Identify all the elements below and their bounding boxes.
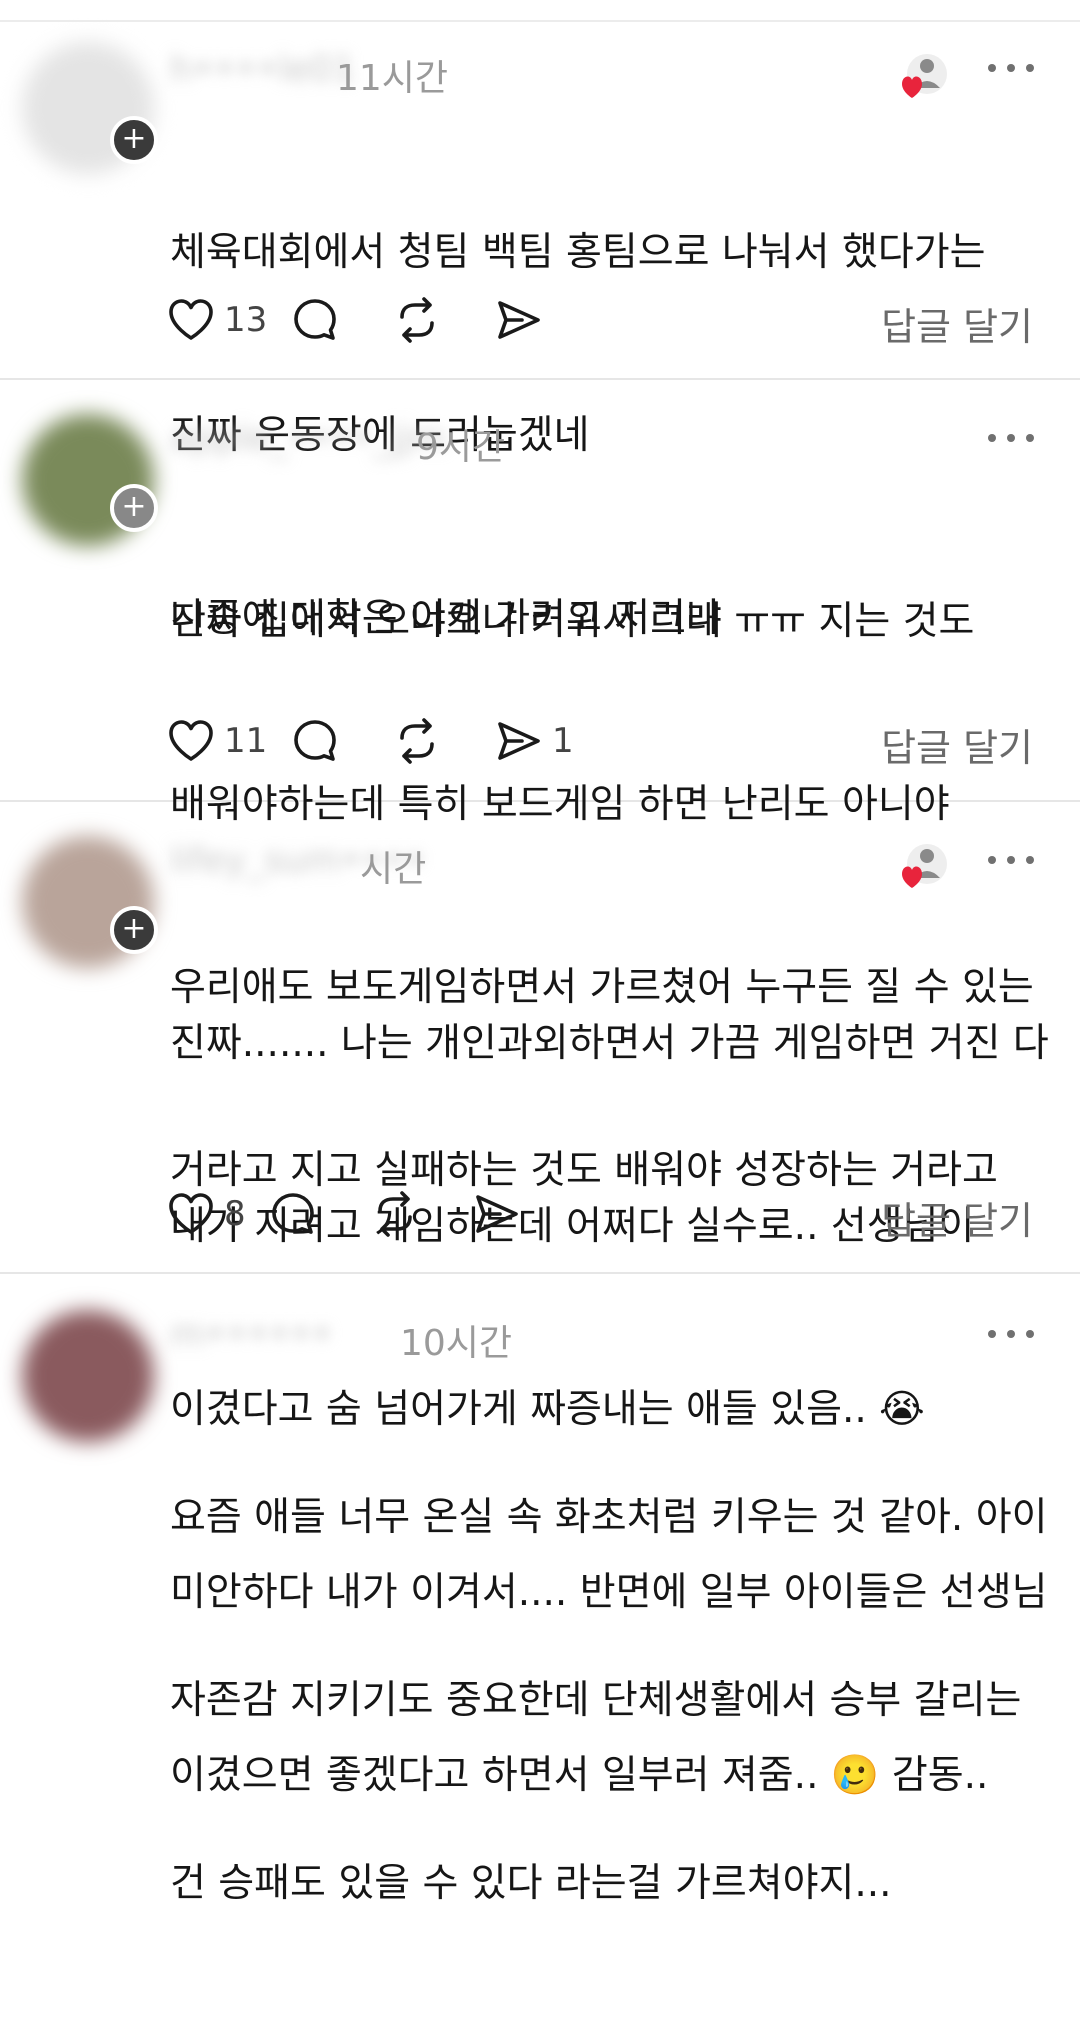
post-time: 시간 [360, 849, 427, 890]
like-count: 13 [224, 300, 268, 340]
repost-button[interactable] [372, 1186, 418, 1242]
repost-icon [400, 718, 434, 764]
repost-button[interactable] [394, 713, 440, 769]
reply-button[interactable]: 답글 달기 [881, 1190, 1033, 1245]
post-body: 요즘 애들 너무 온실 속 화초처럼 키우는 것 같아. 아이 자존감 지키기도… [170, 1365, 1050, 2036]
post-1: + h••••le01 11시간 체육대회에서 청팀 백팀 홍팀으로 나눠서 했… [0, 22, 1080, 641]
heart-icon [169, 1193, 213, 1234]
comment-icon [294, 720, 336, 761]
share-button[interactable] [474, 1186, 520, 1242]
action-bar: 13 답글 달기 [168, 292, 1048, 351]
more-options-icon[interactable] [988, 428, 1034, 448]
follow-plus-icon[interactable]: + [110, 116, 158, 164]
body-line: 건 승패도 있을 수 있다 라는걸 가르쳐야지... [170, 1861, 892, 1906]
action-bar: 8 답글 달기 [168, 1186, 1048, 1245]
more-options-icon[interactable] [988, 850, 1034, 870]
body-line: 진짜 집에서 오냐오냐 키워서 그래 ㅠㅠ 지는 것도 [170, 599, 975, 644]
avatar[interactable] [22, 1310, 154, 1442]
share-icon [476, 1195, 518, 1233]
liked-by-author-icon [902, 54, 947, 98]
repost-icon [378, 1191, 412, 1237]
comment-button[interactable] [270, 1186, 316, 1242]
share-icon [498, 722, 540, 760]
heart-icon [169, 299, 213, 340]
comment-button[interactable] [292, 713, 338, 769]
like-button[interactable]: 11 [168, 713, 267, 769]
post-4: m•••••• 10시간 요즘 애들 너무 온실 속 화초처럼 키우는 것 같아… [0, 1274, 1080, 1906]
liked-by-author-icon [902, 844, 947, 888]
more-options-icon[interactable] [988, 58, 1034, 78]
reply-button[interactable]: 답글 달기 [881, 296, 1033, 351]
share-button[interactable]: 1 [496, 713, 574, 769]
like-count: 11 [224, 721, 268, 761]
more-options-icon[interactable] [988, 1324, 1034, 1344]
follow-plus-icon[interactable]: + [110, 484, 158, 532]
share-icon [498, 301, 540, 339]
body-line: 자존감 지키기도 중요한데 단체생활에서 승부 갈리는 [170, 1678, 1022, 1723]
post-time: 10시간 [400, 1323, 513, 1364]
username[interactable]: apple_••••_jjm [170, 418, 446, 459]
username[interactable]: h••••le01 [170, 49, 356, 90]
post-time: 11시간 [336, 58, 449, 99]
username[interactable]: m•••••• [170, 1314, 332, 1355]
like-count: 8 [224, 1194, 246, 1234]
comment-button[interactable] [292, 292, 338, 348]
like-button[interactable]: 13 [168, 292, 267, 348]
post-time: 9시간 [416, 427, 506, 468]
post-2: + apple_••••_jjm 9시간 진짜 집에서 오냐오냐 키워서 그래 … [0, 380, 1080, 1193]
repost-button[interactable] [394, 292, 440, 348]
body-line: 체육대회에서 청팀 백팀 홍팀으로 나눠서 했다가는 [170, 230, 986, 275]
comment-icon [272, 1193, 314, 1234]
action-bar: 11 1 답글 달기 [168, 713, 1048, 772]
follow-plus-icon[interactable]: + [110, 906, 158, 954]
share-button[interactable] [496, 292, 542, 348]
like-button[interactable]: 8 [168, 1186, 246, 1242]
comment-icon [294, 299, 336, 340]
heart-icon [169, 720, 213, 761]
body-line: 진짜....... 나는 개인과외하면서 가끔 게임하면 거진 다 [170, 1021, 1049, 1066]
share-count: 1 [552, 721, 574, 761]
reply-button[interactable]: 답글 달기 [881, 717, 1033, 772]
repost-icon [400, 297, 434, 343]
post-3: + lifey_sum•••• 시간 진짜....... 나는 개인과외하면서 … [0, 802, 1080, 1798]
body-line: 요즘 애들 너무 온실 속 화초처럼 키우는 것 같아. 아이 [170, 1495, 1048, 1540]
